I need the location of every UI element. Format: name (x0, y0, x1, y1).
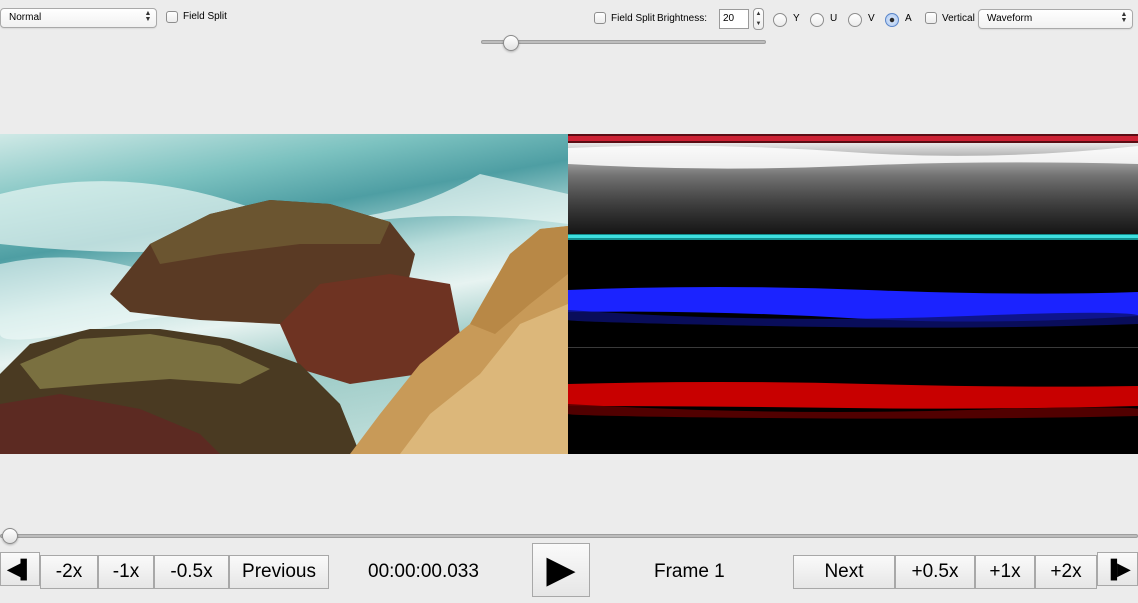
display-mode-value: Normal (9, 12, 42, 23)
display-mode-select[interactable]: Normal ▲ ▼ (0, 8, 157, 28)
select-arrows-icon: ▲ ▼ (1120, 11, 1128, 24)
channel-radio-a[interactable] (885, 13, 899, 27)
step-forward-icon: ▐▶ (1104, 559, 1131, 579)
scope-type-value: Waveform (987, 13, 1033, 24)
brightness-label: Brightness: (657, 13, 708, 24)
speed-plus-2x-button[interactable]: +2x (1035, 555, 1097, 589)
next-button[interactable]: Next (793, 555, 895, 589)
left-field-split-label: Field Split (183, 11, 227, 22)
play-icon: ▶ (546, 549, 576, 591)
step-back-button[interactable]: ◀▌ (0, 552, 40, 586)
right-field-split-checkbox[interactable] (594, 12, 606, 24)
channel-radio-u[interactable] (810, 13, 824, 27)
video-preview (0, 134, 568, 454)
scope-type-select[interactable]: Waveform ▲ ▼ (978, 9, 1133, 29)
previous-button[interactable]: Previous (229, 555, 329, 589)
brightness-slider-track[interactable] (481, 40, 766, 44)
timecode-display: 00:00:00.033 (368, 561, 479, 582)
channel-label-u: U (830, 13, 838, 24)
speed-minus-half-button[interactable]: -0.5x (154, 555, 229, 589)
video-frame-image (0, 174, 568, 454)
step-forward-button[interactable]: ▐▶ (1097, 552, 1138, 586)
vertical-checkbox[interactable] (925, 12, 937, 24)
frame-label: Frame 1 (654, 561, 725, 582)
speed-plus-1x-button[interactable]: +1x (975, 555, 1035, 589)
timeline-track[interactable] (0, 534, 1138, 538)
channel-label-a: A (905, 13, 912, 24)
speed-minus-2x-button[interactable]: -2x (40, 555, 98, 589)
play-button[interactable]: ▶ (532, 543, 590, 597)
timeline-knob[interactable] (2, 528, 18, 544)
waveform-graph (568, 134, 1138, 419)
brightness-slider-knob[interactable] (503, 35, 519, 51)
channel-label-y: Y (793, 13, 800, 24)
channel-radio-v[interactable] (848, 13, 862, 27)
right-field-split-label: Field Split (611, 13, 655, 24)
speed-minus-1x-button[interactable]: -1x (98, 555, 154, 589)
step-back-icon: ◀▌ (6, 559, 34, 579)
left-field-split-checkbox[interactable] (166, 11, 178, 23)
brightness-field[interactable]: 20 (719, 9, 749, 29)
brightness-stepper[interactable]: ▲ ▼ (753, 8, 764, 30)
channel-label-v: V (868, 13, 875, 24)
speed-plus-half-button[interactable]: +0.5x (895, 555, 975, 589)
waveform-scope (568, 134, 1138, 454)
vertical-label: Vertical (942, 13, 975, 24)
channel-radio-y[interactable] (773, 13, 787, 27)
select-arrows-icon: ▲ ▼ (144, 10, 152, 23)
